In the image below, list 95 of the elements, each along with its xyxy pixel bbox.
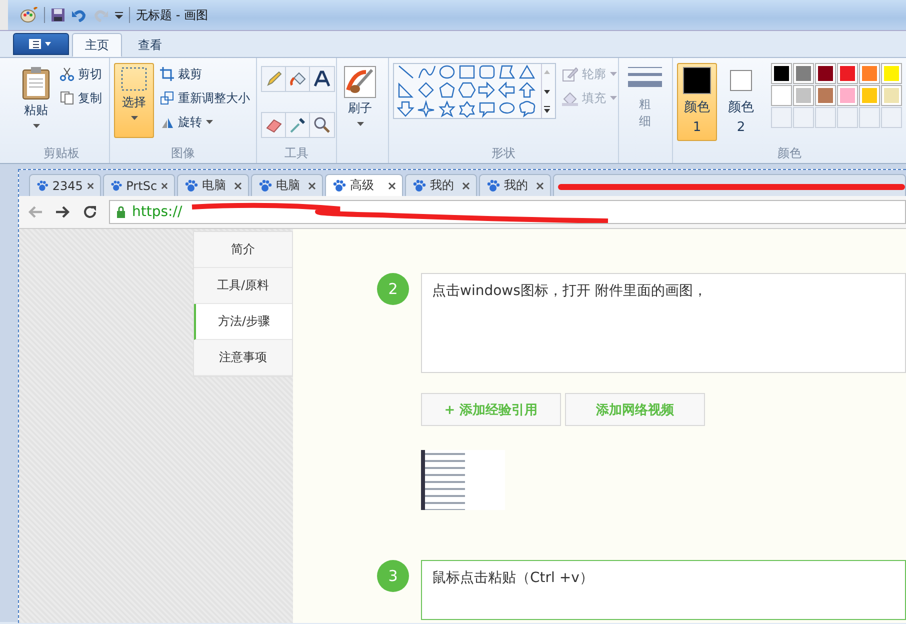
cut-button[interactable]: 剪切 xyxy=(58,63,104,85)
group-label: 图像 xyxy=(170,145,196,162)
close-icon[interactable] xyxy=(161,182,168,190)
nav-item[interactable]: 简介 xyxy=(194,232,292,268)
step-number: 2 xyxy=(377,273,409,305)
color-swatch[interactable] xyxy=(771,63,792,84)
paw-icon xyxy=(412,178,426,192)
caret-icon xyxy=(32,124,40,128)
screenshot-thumbnail[interactable] xyxy=(421,450,505,510)
nav-item[interactable]: 方法/步骤 xyxy=(194,304,292,340)
brush-icon xyxy=(344,66,376,98)
nav-item[interactable]: 工具/原料 xyxy=(194,268,292,304)
text-icon[interactable] xyxy=(309,66,336,92)
group-label: 形状 xyxy=(490,145,517,162)
paw-icon xyxy=(486,178,500,192)
paste-button[interactable]: 粘贴 xyxy=(18,63,54,138)
magnifier-icon[interactable] xyxy=(309,112,336,138)
paw-icon xyxy=(184,178,198,192)
crop-icon xyxy=(160,67,174,81)
eraser-icon[interactable] xyxy=(261,112,288,138)
step-number: 3 xyxy=(377,560,409,592)
caret-icon xyxy=(206,120,214,124)
gallery-scroll-icon[interactable] xyxy=(541,64,552,118)
caret-icon xyxy=(610,96,618,100)
color-swatch[interactable] xyxy=(793,63,814,84)
paw-icon xyxy=(36,178,48,192)
outline-icon xyxy=(562,66,578,82)
paw-icon xyxy=(332,178,346,192)
color-selector-button[interactable]: 颜色 2 xyxy=(721,63,761,141)
color-swatch[interactable] xyxy=(859,85,880,106)
palette-icon[interactable] xyxy=(20,7,38,23)
color-swatch[interactable] xyxy=(771,85,792,106)
dropdown-icon[interactable] xyxy=(115,11,123,19)
ribbon-tab[interactable]: 主页 xyxy=(72,33,122,57)
save-icon[interactable] xyxy=(51,8,65,22)
selection-icon xyxy=(120,66,148,92)
pencil-icon[interactable] xyxy=(261,66,288,92)
crop-button[interactable]: 裁剪 xyxy=(158,63,252,85)
color-swatch[interactable] xyxy=(815,85,836,106)
window-title: 无标题 - 画图 xyxy=(136,6,208,24)
copy-button[interactable]: 复制 xyxy=(58,87,104,109)
browser-tab[interactable]: 高级 xyxy=(325,174,403,196)
color-selector-button[interactable]: 颜色 1 xyxy=(677,63,717,141)
menu-icon xyxy=(28,38,54,50)
color-swatch[interactable] xyxy=(881,85,902,106)
app-menu-button[interactable] xyxy=(13,33,69,55)
address-field[interactable]: https:// xyxy=(109,200,906,224)
browser-tab[interactable]: 2345 xyxy=(29,174,101,196)
copy-icon xyxy=(60,91,74,105)
color-swatch[interactable] xyxy=(815,63,836,84)
resize-icon xyxy=(160,91,174,105)
browser-tab[interactable]: 电脑 xyxy=(251,174,323,196)
step-text-box[interactable]: 鼠标点击粘贴（Ctrl +v） xyxy=(421,560,906,620)
browser-tab[interactable]: 电脑 xyxy=(177,174,249,196)
browser-tab[interactable]: PrtSc xyxy=(103,174,175,196)
caret-icon xyxy=(130,116,138,120)
select-button[interactable]: 选择 xyxy=(114,63,154,138)
close-icon[interactable] xyxy=(536,182,544,190)
lock-icon xyxy=(116,206,126,218)
close-icon[interactable] xyxy=(86,182,94,190)
pasted-screenshot[interactable]: 2345 PrtSc 电脑 电脑 高级 我的 我的 https:// 简介 工具/原料 方法/步骤 注意事项 2 点击windows图标，打开 附件里面的画图， + 添加经验引用 添加网络视频 3 鼠标点击粘贴（Ctrl +v） xyxy=(18,169,906,623)
color-swatch[interactable] xyxy=(837,63,858,84)
forward-icon[interactable] xyxy=(55,205,71,219)
caret-icon xyxy=(356,122,364,126)
step-text-box[interactable]: 点击windows图标，打开 附件里面的画图， xyxy=(421,273,906,373)
back-icon[interactable] xyxy=(27,205,43,219)
brushes-button[interactable]: 刷子 xyxy=(341,63,380,138)
fill-bucket-icon[interactable] xyxy=(285,66,312,92)
color-swatch[interactable] xyxy=(837,85,858,106)
redacted-tab[interactable] xyxy=(553,174,906,196)
fill-icon xyxy=(562,90,578,106)
color-swatch[interactable] xyxy=(859,63,880,84)
caret-icon xyxy=(610,72,618,76)
scissors-icon xyxy=(60,67,74,81)
close-icon[interactable] xyxy=(388,182,396,190)
reload-icon[interactable] xyxy=(83,205,97,219)
color-picker-icon[interactable] xyxy=(285,112,312,138)
rotate-button[interactable]: 旋转 xyxy=(158,111,252,133)
group-label: 工具 xyxy=(284,145,310,162)
color-swatch[interactable] xyxy=(881,63,902,84)
resize-button[interactable]: 重新调整大小 xyxy=(158,87,252,109)
ribbon-tab[interactable]: 查看 xyxy=(125,33,175,57)
group-label: 颜色 xyxy=(776,145,802,162)
close-icon[interactable] xyxy=(234,182,242,190)
close-icon[interactable] xyxy=(308,182,316,190)
nav-item[interactable]: 注意事项 xyxy=(194,340,292,376)
browser-tab[interactable]: 我的 xyxy=(405,174,477,196)
browser-tab[interactable]: 我的 xyxy=(479,174,551,196)
color-swatch[interactable] xyxy=(793,85,814,106)
group-label: 剪贴板 xyxy=(42,145,81,162)
clipboard-icon xyxy=(21,66,51,100)
paw-icon xyxy=(110,178,122,192)
paw-icon xyxy=(258,178,272,192)
undo-icon[interactable] xyxy=(71,8,87,22)
close-icon[interactable] xyxy=(462,182,470,190)
